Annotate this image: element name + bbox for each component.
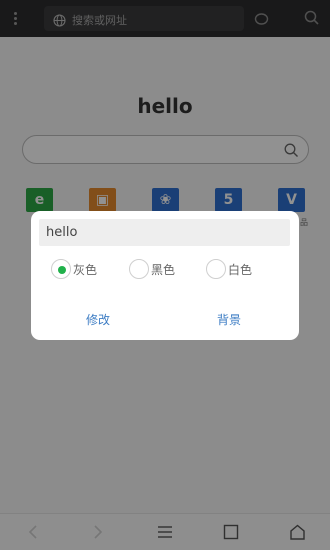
- color-dialog: 灰色 黑色 白色 修改 背景: [31, 211, 299, 340]
- radio-label: 黑色: [151, 263, 176, 277]
- radio-label: 白色: [228, 263, 253, 277]
- edit-button[interactable]: 修改: [86, 311, 110, 328]
- title-input[interactable]: [39, 219, 290, 246]
- radio-selected-dot: [58, 266, 66, 274]
- background-button[interactable]: 背景: [217, 311, 241, 328]
- radio-circle[interactable]: [51, 259, 71, 279]
- radio-circle[interactable]: [129, 259, 149, 279]
- radio-circle[interactable]: [206, 259, 226, 279]
- radio-label: 灰色: [73, 263, 98, 277]
